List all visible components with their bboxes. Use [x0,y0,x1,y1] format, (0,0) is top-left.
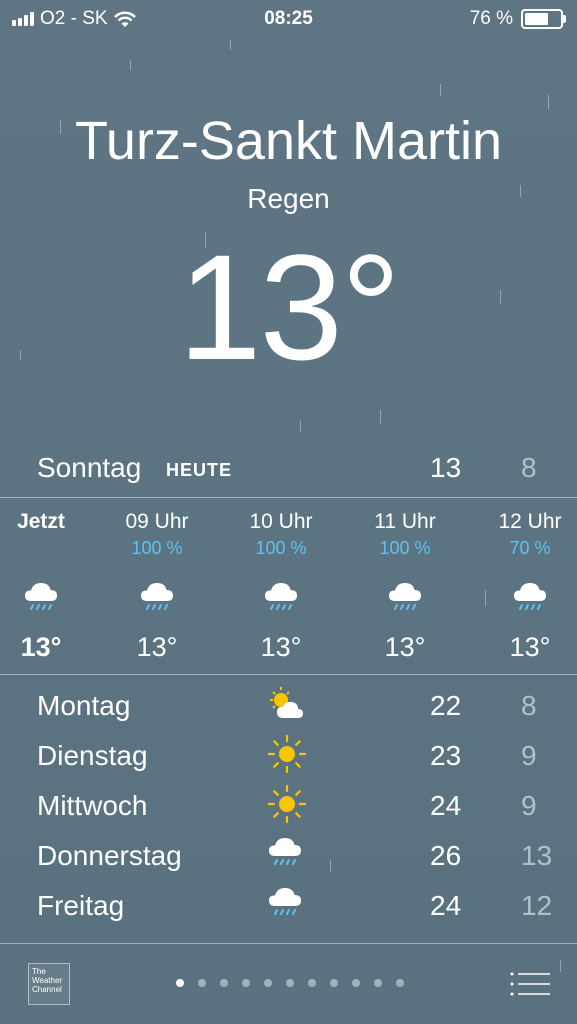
divider [0,674,577,675]
hour-time: 10 Uhr [249,510,313,533]
hour-item: Jetzt 13° [0,510,96,663]
day-row: Mittwoch 24 9 [0,784,577,836]
page-dot[interactable] [242,979,250,987]
day-name: Dienstag [37,740,148,771]
city-name: Turz-Sankt Martin [74,111,503,171]
rain-cloud-icon [268,837,302,865]
battery-icon [521,9,566,29]
page-dot[interactable] [330,979,338,987]
day-high: 24 [430,890,462,921]
hour-temp: 13° [509,632,551,662]
page-dot[interactable] [220,979,228,987]
day-low: 13 [521,840,553,871]
day-low: 9 [521,740,537,771]
hour-time: 11 Uhr [374,510,436,533]
footer-toolbar: The Weather Channel [0,945,577,1024]
hour-temp: 13° [384,632,426,662]
today-label: HEUTE [166,460,233,480]
weather-condition: Regen [247,183,330,214]
day-row: Dienstag 23 9 [0,734,577,786]
rain-cloud-icon [264,582,298,610]
hour-temp: 13° [260,632,302,662]
page-dot[interactable] [286,979,294,987]
hour-item: 10 Uhr 100 % 13° [226,510,336,663]
divider [0,943,577,944]
status-bar: O2 - SK 08:25 76 % [0,0,577,38]
hour-temp: 13° [20,632,62,662]
hour-time: 09 Uhr [125,510,189,533]
today-summary: Sonntag HEUTE 13 8 [0,452,577,492]
day-name: Montag [37,690,131,721]
day-name: Donnerstag [37,840,182,871]
day-high: 22 [430,690,462,721]
day-low: 12 [521,890,553,921]
hour-time: Jetzt [17,510,65,533]
rain-cloud-icon [268,887,302,915]
rain-cloud-icon [140,582,174,610]
hour-temp: 13° [136,632,178,662]
day-name: Freitag [37,890,125,921]
page-dot[interactable] [308,979,316,987]
day-low: 8 [521,690,537,721]
day-high: 23 [430,740,462,771]
rain-cloud-icon [388,582,422,610]
hour-precip: 100 % [379,538,431,558]
day-low: 9 [521,790,537,821]
sun-icon [267,734,307,774]
hour-precip: 70 % [509,538,551,558]
current-temperature: 13° [178,223,401,391]
sun-icon [267,784,307,824]
page-dot[interactable] [264,979,272,987]
hour-precip [0,538,96,562]
page-dot[interactable] [352,979,360,987]
hour-time: 12 Uhr [498,510,562,533]
day-row: Freitag 24 12 [0,887,577,936]
battery-percent: 76 % [469,8,513,29]
rain-cloud-icon [513,582,547,610]
day-name: Mittwoch [37,790,148,821]
status-right: 76 % [469,8,566,30]
page-indicator[interactable] [176,979,404,987]
divider [0,497,577,498]
day-row: Donnerstag 26 13 [0,837,577,886]
page-dot[interactable] [396,979,404,987]
weather-channel-logo[interactable]: The Weather Channel [28,963,70,1005]
today-high: 13 [430,452,462,483]
hour-item: 09 Uhr 100 % 13° [102,510,212,663]
hour-precip: 100 % [255,538,307,558]
day-high: 26 [430,840,462,871]
page-dot[interactable] [176,979,184,987]
hour-precip: 100 % [131,538,183,558]
partly-cloudy-icon [270,687,303,718]
hour-item: 12 Uhr 70 % 13° [475,510,577,663]
rain-cloud-icon [24,582,58,610]
hour-item: 11 Uhr 100 % 13° [350,510,460,663]
day-row: Montag 22 8 [0,687,577,736]
today-day: Sonntag [37,452,142,483]
page-dot[interactable] [198,979,206,987]
page-dot[interactable] [374,979,382,987]
day-high: 24 [430,790,462,821]
city-list-icon[interactable] [510,971,550,997]
today-low: 8 [521,452,537,483]
